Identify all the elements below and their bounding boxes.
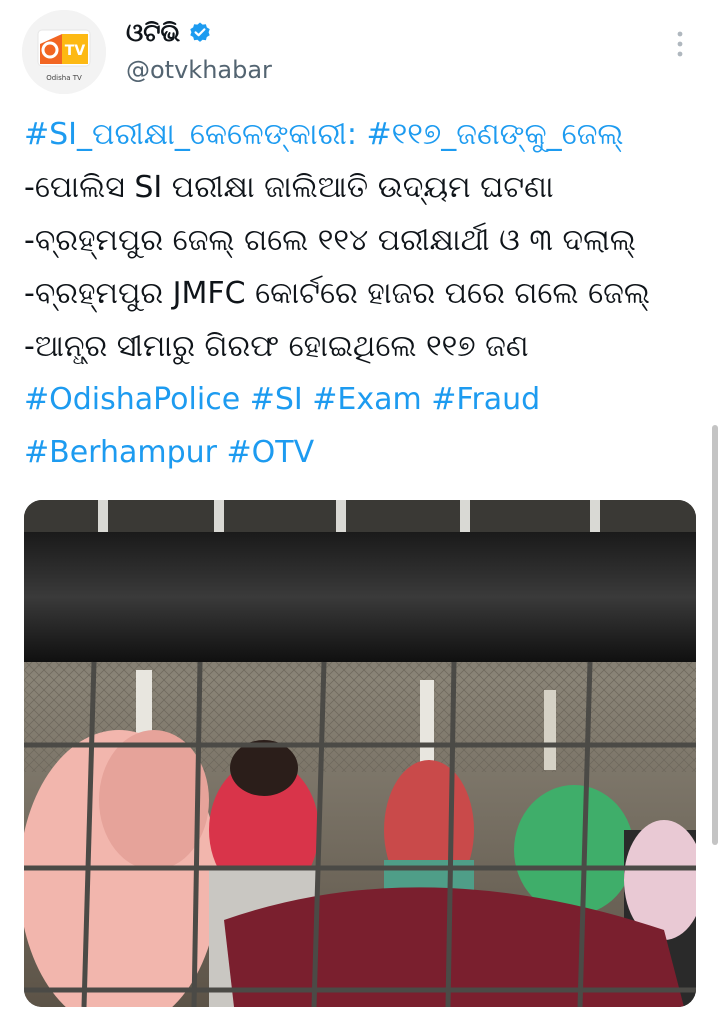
logo-text: TV [65,43,86,59]
hashtag-line[interactable]: #SI_ପରୀକ୍ଷା_କେଳେଙ୍କାରୀ: #୧୧୭_ଜଣଙ୍କୁ_ଜେଲ୍ [24,108,694,161]
tweet-line: -ପୋଲିସ SI ପରୀକ୍ଷା ଜାଲିଆତି ଉଦ୍ୟମ ଘଟଣା [24,170,554,205]
author-block: ଓଟିଭି @otvkhabar [126,16,272,84]
tweet-line: -ବ୍ରହ୍ମପୁର ଜେଲ୍ ଗଲେ ୧୧୪ ପରୀକ୍ଷାର୍ଥୀ ଓ ୩ … [24,223,636,258]
handle[interactable]: @otvkhabar [126,56,272,84]
tweet-photo[interactable] [24,500,696,1007]
hashtag-line[interactable]: #Berhampur #OTV [24,426,694,479]
tweet-line: -ବ୍ରହ୍ମପୁର JMFC କୋର୍ଟରେ ହାଜର ପରେ ଗଲେ ଜେଲ… [24,276,650,311]
news-photo-image [24,500,696,1007]
logo-caption: Odisha TV [46,74,82,82]
more-vertical-icon[interactable] [674,28,686,60]
otv-logo-icon: TV Odisha TV [22,10,106,94]
tweet-text: #SI_ପରୀକ୍ଷା_କେଳେଙ୍କାରୀ: #୧୧୭_ଜଣଙ୍କୁ_ଜେଲ୍… [24,108,694,479]
scrollbar[interactable] [710,0,720,1023]
hashtag-line[interactable]: #OdishaPolice #SI #Exam #Fraud [24,373,694,426]
avatar[interactable]: TV Odisha TV [22,10,106,94]
tweet-line: -ଆନ୍ଧ୍ର ସୀମାରୁ ଗିରଫ ହୋଇଥିଲେ ୧୧୭ ଜଣ [24,329,529,364]
verified-badge-icon [188,21,212,45]
scrollbar-thumb[interactable] [712,425,718,845]
display-name[interactable]: ଓଟିଭି [126,18,180,48]
tweet-header: TV Odisha TV ଓଟିଭି @otvkhabar [22,10,702,94]
